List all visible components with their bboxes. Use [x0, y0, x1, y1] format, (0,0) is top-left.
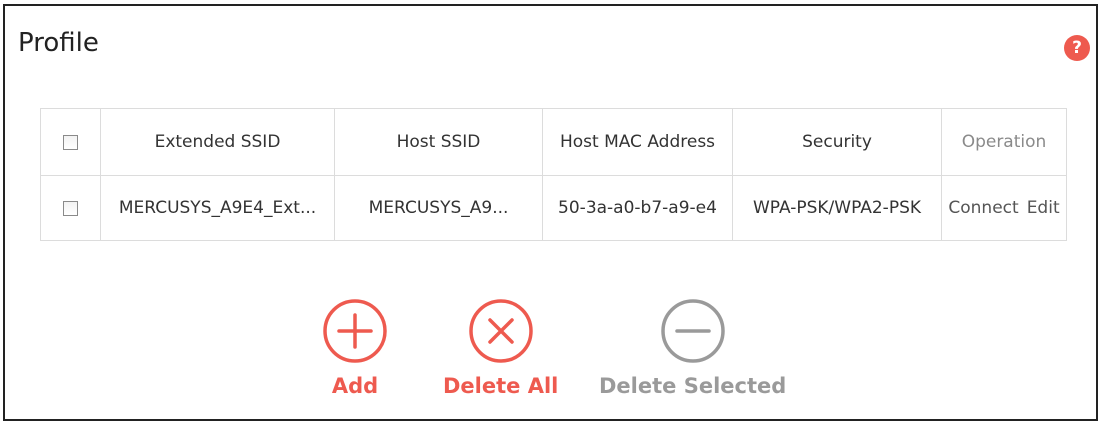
edit-link[interactable]: Edit — [1027, 198, 1060, 218]
cell-operation: Connect Edit — [941, 175, 1067, 241]
row-select-cell — [40, 175, 101, 241]
page-title: Profile — [18, 28, 99, 58]
row-checkbox[interactable] — [63, 200, 78, 216]
profile-table: Extended SSID Host SSID Host MAC Address… — [40, 108, 1067, 241]
x-circle-icon — [468, 298, 534, 364]
table-row: MERCUSYS_A9E4_Ext... MERCUSYS_A9... 50-3… — [40, 175, 1067, 241]
column-header-extended-ssid: Extended SSID — [100, 108, 335, 176]
delete-all-label: Delete All — [443, 374, 559, 398]
add-button[interactable]: Add — [322, 298, 388, 398]
cell-security: WPA-PSK/WPA2-PSK — [732, 175, 942, 241]
cell-host-mac: 50-3a-a0-b7-a9-e4 — [542, 175, 733, 241]
select-all-cell — [40, 108, 101, 176]
add-label: Add — [331, 374, 379, 398]
cell-extended-ssid: MERCUSYS_A9E4_Ext... — [100, 175, 335, 241]
minus-circle-icon — [660, 298, 726, 364]
column-header-operation: Operation — [941, 108, 1067, 176]
column-header-host-ssid: Host SSID — [334, 108, 543, 176]
table-header-row: Extended SSID Host SSID Host MAC Address… — [40, 108, 1067, 176]
delete-all-button[interactable]: Delete All — [443, 298, 558, 398]
plus-circle-icon — [322, 298, 388, 364]
delete-selected-label: Delete Selected — [599, 374, 787, 398]
help-icon[interactable]: ? — [1064, 35, 1090, 61]
column-header-security: Security — [732, 108, 942, 176]
column-header-host-mac: Host MAC Address — [542, 108, 733, 176]
delete-selected-button[interactable]: Delete Selected — [599, 298, 786, 398]
cell-host-ssid: MERCUSYS_A9... — [334, 175, 543, 241]
connect-link[interactable]: Connect — [948, 198, 1018, 218]
select-all-checkbox[interactable] — [63, 134, 78, 150]
